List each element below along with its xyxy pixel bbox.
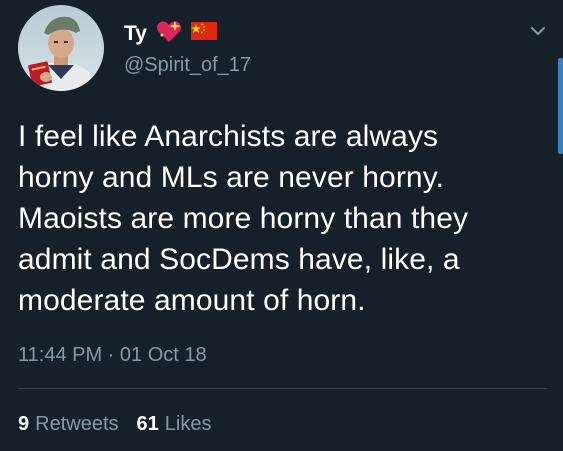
tweet-card: Ty @Spirit_of_17 I feel like Anarchists …: [0, 0, 563, 451]
engagement-stats: 9 Retweets 61 Likes: [18, 412, 211, 436]
tweet-text-line: moderate amount of horn.: [18, 284, 366, 317]
retweet-count: 9: [18, 413, 30, 435]
tweet-text-line: admit and SocDems have, like, a: [18, 243, 460, 276]
likes-stat[interactable]: 61 Likes: [137, 412, 212, 436]
sparkling-heart-icon: [155, 18, 183, 49]
scrollbar[interactable]: [558, 58, 563, 154]
avatar-image: [18, 5, 104, 91]
like-count: 61: [136, 413, 159, 435]
tweet-timestamp[interactable]: 11:44 PM · 01 Oct 18: [18, 343, 207, 367]
chevron-down-icon[interactable]: [529, 22, 547, 40]
tweet-text-line: I feel like Anarchists are always: [18, 120, 439, 153]
retweets-stat[interactable]: 9 Retweets: [18, 412, 119, 436]
china-flag-icon: [190, 22, 217, 45]
tweet-text-line: Maoists are more horny than they: [18, 202, 469, 235]
like-label: Likes: [164, 413, 212, 435]
retweet-label: Retweets: [35, 413, 119, 435]
tweet-text-line: horny and MLs are never horny.: [18, 161, 445, 194]
user-handle[interactable]: @Spirit_of_17: [124, 53, 251, 77]
display-name[interactable]: Ty: [124, 22, 147, 46]
name-row: Ty: [124, 18, 217, 49]
tweet-text: I feel like Anarchists are always horny …: [18, 116, 548, 321]
divider: [18, 388, 547, 389]
avatar[interactable]: [18, 5, 104, 91]
